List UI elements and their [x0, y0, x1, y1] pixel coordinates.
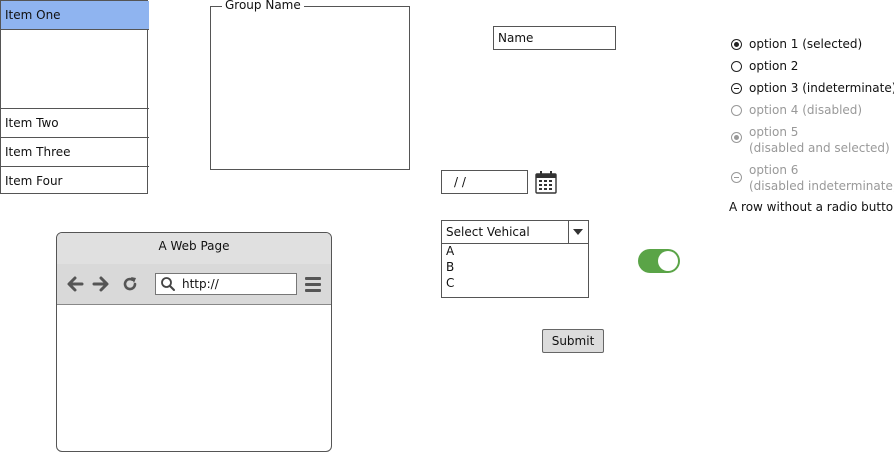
group-box: Group Name: [210, 0, 410, 170]
chevron-down-icon[interactable]: [568, 221, 588, 243]
list-item-one[interactable]: Item One: [1, 1, 149, 30]
calendar-icon[interactable]: [534, 170, 558, 194]
list-item-three[interactable]: Item Three: [1, 138, 149, 167]
submit-button[interactable]: Submit: [542, 329, 604, 353]
toggle-switch[interactable]: [638, 249, 680, 273]
select-value: Select Vehical: [446, 225, 530, 239]
radio-label-line2: (disabled and selected): [749, 141, 890, 155]
back-arrow-icon[interactable]: [65, 274, 85, 294]
select-option-a[interactable]: A: [442, 243, 588, 259]
search-icon: [161, 277, 175, 291]
group-label: Group Name: [222, 0, 304, 12]
browser-title: A Web Page: [57, 233, 331, 265]
url-input[interactable]: http://: [155, 273, 297, 295]
select-options-list: A B C: [441, 243, 589, 298]
radio-label: option 3 (indeterminate): [749, 81, 894, 95]
url-text: http://: [182, 277, 219, 291]
radio-indeterminate-icon: [731, 83, 742, 94]
radio-unselected-icon: [731, 105, 742, 116]
item-list: Item One Item Two Item Three Item Four: [0, 0, 149, 196]
list-item-expanded-area: [1, 30, 149, 109]
radio-label: option 4 (disabled): [749, 103, 863, 117]
menu-icon[interactable]: [305, 276, 321, 292]
select-option-c[interactable]: C: [442, 275, 588, 291]
radio-label: option 2: [749, 59, 799, 73]
browser-toolbar: http://: [57, 264, 331, 305]
select-option-b[interactable]: B: [442, 259, 588, 275]
radio-indeterminate-icon: [731, 172, 742, 183]
radio-selected-icon: [731, 132, 742, 143]
radio-label: option 1 (selected): [749, 37, 863, 51]
forward-arrow-icon[interactable]: [91, 274, 111, 294]
date-field[interactable]: / /: [441, 170, 528, 194]
radio-label: option 6: [749, 163, 799, 177]
radio-note: A row without a radio button: [729, 200, 894, 214]
vehicle-select[interactable]: Select Vehical: [441, 220, 589, 244]
toggle-knob: [658, 251, 678, 271]
browser-window: A Web Page http://: [56, 232, 332, 452]
name-field[interactable]: Name: [493, 26, 616, 50]
radio-selected-icon: [731, 39, 742, 50]
radio-label-line2: (disabled indeterminate): [749, 179, 894, 193]
radio-label: option 5: [749, 125, 799, 139]
radio-unselected-icon: [731, 61, 742, 72]
list-item-four[interactable]: Item Four: [1, 167, 149, 196]
list-item-two[interactable]: Item Two: [1, 109, 149, 138]
reload-icon[interactable]: [120, 274, 140, 294]
